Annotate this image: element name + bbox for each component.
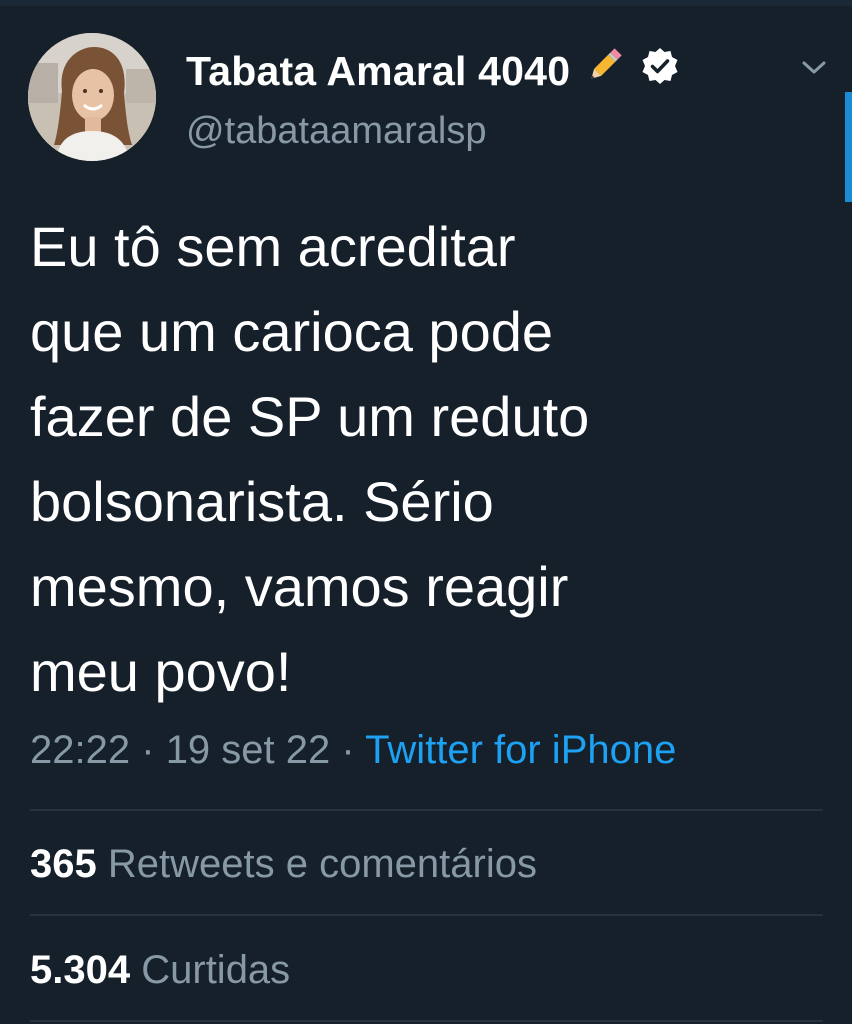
user-handle[interactable]: @tabataamaralsp <box>186 110 487 153</box>
tweet-source-link[interactable]: Twitter for iPhone <box>365 728 676 772</box>
divider <box>30 1020 823 1022</box>
tweet-text-line: bolsonarista. Sério <box>30 470 494 533</box>
meta-separator: · <box>341 728 355 772</box>
profile-photo <box>28 33 156 161</box>
tweet-text-line: mesmo, vamos reagir <box>30 555 569 618</box>
likes-count: 5.304 <box>30 948 131 992</box>
tweet-text-line: fazer de SP um reduto <box>30 385 590 448</box>
meta-separator: · <box>141 728 155 772</box>
divider <box>30 809 823 811</box>
tweet-text-line: Eu tô sem acreditar <box>30 215 516 278</box>
tweet-time[interactable]: 22:22 <box>30 728 130 772</box>
verified-badge-icon <box>640 46 680 96</box>
tweet-meta: 22:22 · 19 set 22 · Twitter for iPhone <box>30 728 676 773</box>
likes-stat[interactable]: 5.304 Curtidas <box>30 948 290 993</box>
tweet-text-line: meu povo! <box>30 640 292 703</box>
retweets-stat[interactable]: 365 Retweets e comentários <box>30 842 537 887</box>
chevron-down-icon[interactable] <box>798 56 830 80</box>
likes-label: Curtidas <box>141 948 291 992</box>
tweet-text: Eu tô sem acreditar que um carioca pode … <box>30 204 810 714</box>
divider <box>30 914 823 916</box>
retweets-count: 365 <box>30 842 97 886</box>
avatar[interactable] <box>28 33 156 161</box>
display-name[interactable]: Tabata Amaral 4040 <box>186 48 570 95</box>
tweet-text-line: que um carioca pode <box>30 300 554 363</box>
tweet-date[interactable]: 19 set 22 <box>166 728 331 772</box>
retweets-label: Retweets e comentários <box>107 842 537 886</box>
pencil-icon <box>582 44 626 98</box>
display-name-row[interactable]: Tabata Amaral 4040 <box>186 44 680 98</box>
scrollbar-thumb[interactable] <box>845 92 852 202</box>
top-border <box>0 0 852 6</box>
